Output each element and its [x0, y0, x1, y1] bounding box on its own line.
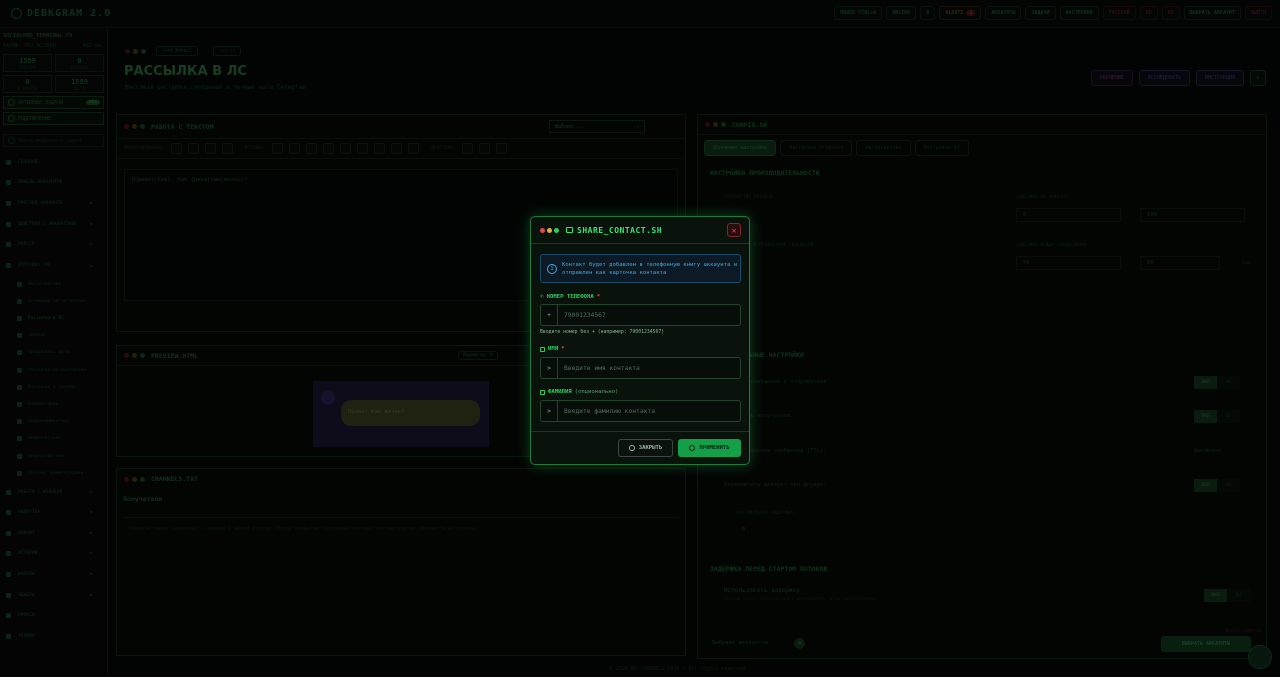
user-icon — [540, 346, 545, 352]
info-text: Контакт будет добавлен в телефонную книг… — [562, 261, 738, 276]
phone-input[interactable] — [558, 305, 740, 325]
last-name-prefix: > — [541, 401, 558, 421]
apply-button[interactable]: ПРИМЕНИТЬ — [678, 439, 741, 457]
phone-field: + — [540, 304, 741, 326]
close-icon: ✕ — [731, 225, 737, 235]
phone-label: ✆ НОМЕР ТЕЛЕФОНА * — [540, 293, 601, 300]
first-name-label: ИМЯ * — [540, 346, 564, 352]
phone-icon: ✆ — [540, 293, 544, 300]
info-icon: i — [547, 264, 557, 274]
modal-header: SHARE_CONTACT.SH ✕ — [531, 217, 749, 244]
phone-hint: Вводите номер без + (например: 790012345… — [540, 330, 665, 335]
modal-title: SHARE_CONTACT.SH — [577, 225, 663, 235]
info-banner: i Контакт будет добавлен в телефонную кн… — [540, 254, 741, 283]
last-name-field: > — [540, 400, 741, 422]
share-contact-modal: SHARE_CONTACT.SH ✕ i Контакт будет добав… — [530, 216, 750, 465]
modal-footer: ЗАКРЫТЬ ПРИМЕНИТЬ — [531, 431, 749, 464]
id-card-icon — [540, 389, 545, 395]
close-circle-icon — [628, 445, 635, 451]
modal-close-button[interactable]: ✕ — [727, 223, 741, 237]
first-name-prefix: > — [541, 358, 558, 378]
phone-prefix: + — [541, 305, 558, 325]
first-name-field: > — [540, 357, 741, 379]
check-circle-icon — [689, 445, 696, 451]
first-name-input[interactable] — [558, 358, 740, 378]
close-button[interactable]: ЗАКРЫТЬ — [618, 439, 673, 457]
last-name-input[interactable] — [558, 401, 740, 421]
terminal-icon — [566, 227, 573, 233]
last-name-label: ФАМИЛИЯ (опционально) — [540, 389, 618, 395]
